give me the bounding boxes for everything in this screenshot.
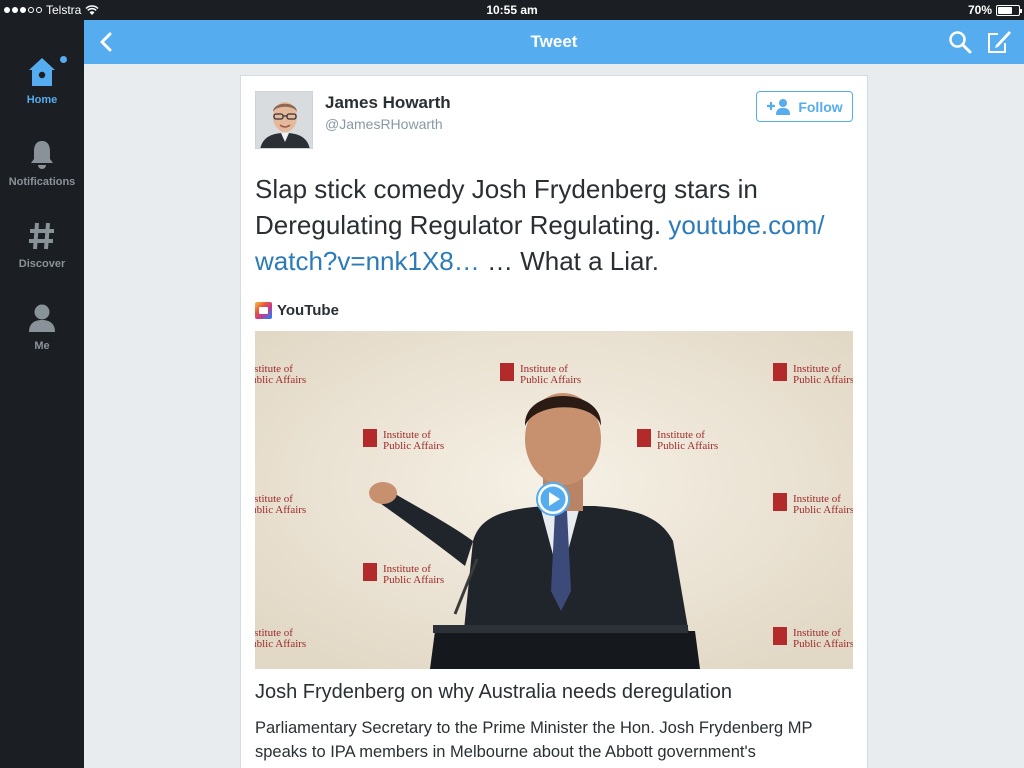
svg-text:Public Affairs: Public Affairs [383,574,444,586]
battery-percent: 70% [967,3,992,17]
sidebar-item-label: Discover [18,258,66,270]
svg-text:Public Affairs: Public Affairs [255,374,306,386]
video-player[interactable]: Institute ofPublic Affairs Institute ofP… [255,331,853,669]
svg-text:Public Affairs: Public Affairs [657,440,718,452]
compose-icon [988,31,1011,53]
svg-text:Public Affairs: Public Affairs [793,504,853,516]
avatar-image [256,92,312,148]
svg-text:Public Affairs: Public Affairs [520,374,581,386]
unread-indicator [60,56,67,63]
author-name[interactable]: James Howarth [325,93,451,113]
tweet-card: James Howarth @JamesRHowarth Follow Slap… [240,75,868,768]
sidebar-item-notifications[interactable]: Notifications [0,134,84,188]
youtube-icon [255,302,272,319]
play-button[interactable] [535,481,571,517]
svg-text:Public Affairs: Public Affairs [793,374,853,386]
card-source-label: YouTube [277,302,339,319]
bell-icon [31,141,53,169]
sidebar-item-me[interactable]: Me [0,298,84,352]
play-icon [536,482,570,516]
compose-button[interactable] [986,30,1012,54]
svg-text:Public Affairs: Public Affairs [255,504,306,516]
svg-text:Public Affairs: Public Affairs [255,638,306,650]
author-handle[interactable]: @JamesRHowarth [325,116,443,132]
sidebar-item-label: Home [26,94,58,106]
home-icon [29,58,55,86]
search-button[interactable] [948,30,972,54]
avatar[interactable] [255,91,313,149]
card-title[interactable]: Josh Frydenberg on why Australia needs d… [255,681,732,704]
status-bar: Telstra 10:55 am 70% [0,0,1024,20]
sidebar-item-home[interactable]: Home [0,52,84,106]
add-user-icon [767,98,791,115]
tweet-detail-view: James Howarth @JamesRHowarth Follow Slap… [84,64,1024,768]
status-right: 70% [967,3,1022,17]
status-time: 10:55 am [486,3,538,17]
person-icon [29,304,55,332]
tweet-text: Slap stick comedy Josh Frydenberg stars … [255,171,855,279]
follow-button[interactable]: Follow [756,91,853,122]
svg-text:Public Affairs: Public Affairs [383,440,444,452]
search-icon [949,31,972,54]
hashtag-icon [29,222,54,250]
tweet-text-end: … What a Liar. [479,246,659,276]
card-description: Parliamentary Secretary to the Prime Min… [255,719,813,761]
top-bar: Tweet [84,20,1024,64]
svg-text:Public Affairs: Public Affairs [793,638,853,650]
card-source: YouTube [255,302,339,319]
battery-icon [996,4,1022,16]
sidebar-item-label: Me [34,340,50,352]
sidebar-item-label: Notifications [8,176,76,188]
sidebar-item-discover[interactable]: Discover [0,216,84,270]
sidebar: Home Notifications Discover Me [0,20,84,768]
follow-label: Follow [798,98,843,115]
page-title: Tweet [530,32,578,51]
